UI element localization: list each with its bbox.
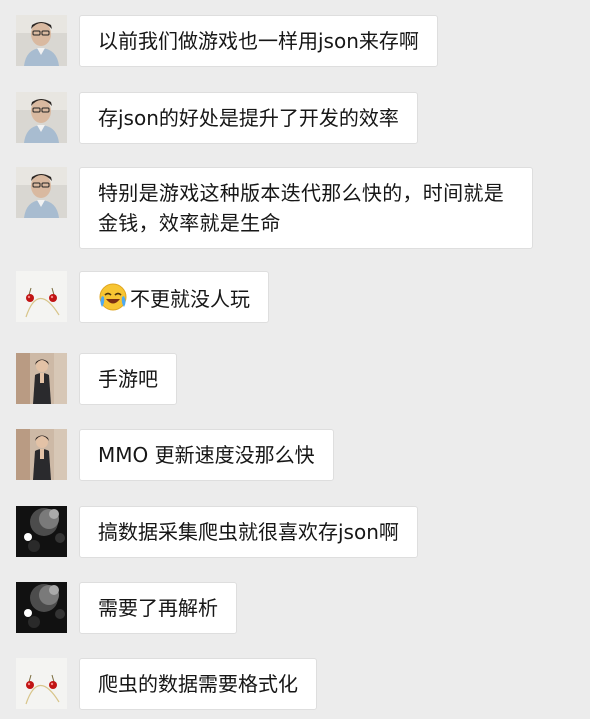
message-text: 不更就没人玩 <box>130 287 250 311</box>
avatar-woman[interactable] <box>16 429 67 480</box>
man-avatar-image <box>16 15 67 66</box>
message-bubble[interactable]: 爬虫的数据需要格式化 <box>79 658 317 710</box>
laughing-crying-emoji <box>98 282 128 312</box>
man-avatar-image <box>16 92 67 143</box>
message-bubble[interactable]: 存json的好处是提升了开发的效率 <box>79 92 418 144</box>
avatar-cherries[interactable] <box>16 658 67 709</box>
woman-avatar-image <box>16 429 67 480</box>
cherries-avatar-image <box>16 658 67 709</box>
moon-avatar-image <box>16 506 67 557</box>
avatar-moon[interactable] <box>16 582 67 633</box>
message-bubble[interactable]: 以前我们做游戏也一样用json来存啊 <box>79 15 438 67</box>
message-bubble[interactable]: 特别是游戏这种版本迭代那么快的，时间就是金钱，效率就是生命 <box>79 167 533 249</box>
avatar-woman[interactable] <box>16 353 67 404</box>
man-avatar-image <box>16 167 67 218</box>
cherries-avatar-image <box>16 271 67 322</box>
avatar-man[interactable] <box>16 92 67 143</box>
avatar-man[interactable] <box>16 167 67 218</box>
chat-history: 以前我们做游戏也一样用json来存啊 存json的好处是提升了开发的效率 特别是… <box>0 0 590 719</box>
avatar-moon[interactable] <box>16 506 67 557</box>
avatar-man[interactable] <box>16 15 67 66</box>
message-bubble[interactable]: 搞数据采集爬虫就很喜欢存json啊 <box>79 506 418 558</box>
message-bubble[interactable]: 手游吧 <box>79 353 177 405</box>
avatar-cherries[interactable] <box>16 271 67 322</box>
moon-avatar-image <box>16 582 67 633</box>
woman-avatar-image <box>16 353 67 404</box>
message-bubble[interactable]: 不更就没人玩 <box>79 271 269 323</box>
message-bubble[interactable]: MMO 更新速度没那么快 <box>79 429 334 481</box>
message-bubble[interactable]: 需要了再解析 <box>79 582 237 634</box>
